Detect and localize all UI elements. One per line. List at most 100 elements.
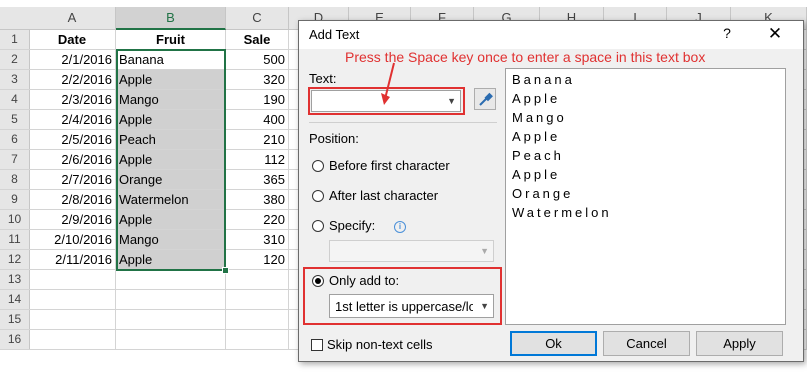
only-add-to-label[interactable]: Only add to: bbox=[329, 273, 399, 288]
cell[interactable] bbox=[29, 270, 116, 290]
preview-line: Watermelon bbox=[512, 205, 612, 220]
cell[interactable] bbox=[116, 330, 226, 350]
chevron-down-icon[interactable]: ▼ bbox=[480, 246, 489, 256]
row-header-13[interactable]: 13 bbox=[0, 270, 30, 290]
row-header-16[interactable]: 16 bbox=[0, 330, 30, 350]
eyedropper-button[interactable] bbox=[474, 88, 496, 110]
sale-cell[interactable]: 320 bbox=[226, 70, 289, 90]
sale-cell[interactable]: 120 bbox=[226, 250, 289, 270]
fruit-cell[interactable]: Apple bbox=[116, 210, 226, 230]
row-header-12[interactable]: 12 bbox=[0, 250, 30, 270]
fruit-cell[interactable]: Banana bbox=[116, 50, 226, 70]
sale-cell[interactable]: 220 bbox=[226, 210, 289, 230]
ok-button[interactable]: Ok bbox=[510, 331, 597, 356]
sale-cell[interactable]: 380 bbox=[226, 190, 289, 210]
cell[interactable] bbox=[226, 270, 289, 290]
cell[interactable] bbox=[29, 310, 116, 330]
row-header-5[interactable]: 5 bbox=[0, 110, 30, 130]
date-cell[interactable]: 2/1/2016 bbox=[29, 50, 116, 70]
date-cell[interactable]: 2/7/2016 bbox=[29, 170, 116, 190]
cell[interactable] bbox=[116, 290, 226, 310]
date-cell[interactable]: 2/2/2016 bbox=[29, 70, 116, 90]
sale-cell[interactable]: 190 bbox=[226, 90, 289, 110]
row-header-1[interactable]: 1 bbox=[0, 30, 30, 50]
fruit-cell[interactable]: Apple bbox=[116, 250, 226, 270]
date-cell[interactable]: 2/4/2016 bbox=[29, 110, 116, 130]
cell[interactable] bbox=[116, 310, 226, 330]
date-cell[interactable]: 2/11/2016 bbox=[29, 250, 116, 270]
row-header-11[interactable]: 11 bbox=[0, 230, 30, 250]
date-cell[interactable]: 2/10/2016 bbox=[29, 230, 116, 250]
cell[interactable] bbox=[226, 330, 289, 350]
column-header-a[interactable]: A bbox=[29, 7, 116, 30]
before-first-label[interactable]: Before first character bbox=[329, 158, 450, 173]
column-header-c[interactable]: C bbox=[226, 7, 289, 30]
date-cell[interactable]: 2/8/2016 bbox=[29, 190, 116, 210]
select-all-corner[interactable] bbox=[0, 7, 30, 30]
fruit-cell[interactable]: Peach bbox=[116, 130, 226, 150]
fruit-cell[interactable]: Orange bbox=[116, 170, 226, 190]
date-cell[interactable]: 2/9/2016 bbox=[29, 210, 116, 230]
cancel-button[interactable]: Cancel bbox=[603, 331, 690, 356]
after-last-radio[interactable] bbox=[312, 190, 324, 202]
row-header-8[interactable]: 8 bbox=[0, 170, 30, 190]
row-header-10[interactable]: 10 bbox=[0, 210, 30, 230]
fruit-cell[interactable]: Apple bbox=[116, 110, 226, 130]
close-button[interactable]: ✕ bbox=[765, 24, 785, 44]
header-cell-sale[interactable]: Sale bbox=[226, 30, 289, 50]
instruction-annotation: Press the Space key once to enter a spac… bbox=[345, 49, 706, 65]
row-header-2[interactable]: 2 bbox=[0, 50, 30, 70]
position-label: Position: bbox=[309, 131, 359, 146]
text-label: Text: bbox=[309, 71, 337, 86]
after-last-label[interactable]: After last character bbox=[329, 188, 438, 203]
specify-radio[interactable] bbox=[312, 220, 324, 232]
row-header-7[interactable]: 7 bbox=[0, 150, 30, 170]
specify-label[interactable]: Specify: bbox=[329, 218, 375, 233]
add-text-dialog: Add Text ? ✕ Press the Space key once to… bbox=[298, 20, 804, 362]
fruit-cell[interactable]: Mango bbox=[116, 230, 226, 250]
date-cell[interactable]: 2/5/2016 bbox=[29, 130, 116, 150]
row-header-14[interactable]: 14 bbox=[0, 290, 30, 310]
skip-non-text-checkbox[interactable] bbox=[311, 339, 323, 351]
cell[interactable] bbox=[29, 330, 116, 350]
fruit-cell[interactable]: Watermelon bbox=[116, 190, 226, 210]
column-header-b[interactable]: B bbox=[116, 7, 226, 30]
row-header-9[interactable]: 9 bbox=[0, 190, 30, 210]
date-cell[interactable]: 2/6/2016 bbox=[29, 150, 116, 170]
preview-line: Peach bbox=[512, 148, 564, 163]
only-add-to-value: 1st letter is uppercase/lov bbox=[335, 299, 473, 314]
cell[interactable] bbox=[226, 290, 289, 310]
apply-button[interactable]: Apply bbox=[696, 331, 783, 356]
sale-cell[interactable]: 400 bbox=[226, 110, 289, 130]
cell[interactable] bbox=[29, 290, 116, 310]
cell[interactable] bbox=[116, 270, 226, 290]
sale-cell[interactable]: 310 bbox=[226, 230, 289, 250]
sale-cell[interactable]: 210 bbox=[226, 130, 289, 150]
header-cell-date[interactable]: Date bbox=[29, 30, 116, 50]
only-add-to-combo[interactable]: 1st letter is uppercase/lov ▼ bbox=[329, 294, 494, 318]
only-add-to-radio[interactable] bbox=[312, 275, 324, 287]
row-header-15[interactable]: 15 bbox=[0, 310, 30, 330]
specify-combo[interactable]: ▼ bbox=[329, 240, 494, 262]
header-cell-fruit[interactable]: Fruit bbox=[116, 30, 226, 50]
fruit-cell[interactable]: Mango bbox=[116, 90, 226, 110]
preview-line: Apple bbox=[512, 129, 561, 144]
row-header-4[interactable]: 4 bbox=[0, 90, 30, 110]
skip-non-text-label[interactable]: Skip non-text cells bbox=[327, 337, 433, 352]
eyedropper-icon bbox=[479, 92, 493, 106]
sale-cell[interactable]: 500 bbox=[226, 50, 289, 70]
fruit-cell[interactable]: Apple bbox=[116, 70, 226, 90]
sale-cell[interactable]: 112 bbox=[226, 150, 289, 170]
chevron-down-icon[interactable]: ▼ bbox=[480, 301, 489, 311]
date-cell[interactable]: 2/3/2016 bbox=[29, 90, 116, 110]
preview-line: Mango bbox=[512, 110, 567, 125]
help-button[interactable]: ? bbox=[717, 25, 737, 41]
row-header-6[interactable]: 6 bbox=[0, 130, 30, 150]
cell[interactable] bbox=[226, 310, 289, 330]
before-first-radio[interactable] bbox=[312, 160, 324, 172]
row-header-3[interactable]: 3 bbox=[0, 70, 30, 90]
chevron-down-icon[interactable]: ▼ bbox=[447, 96, 456, 106]
sale-cell[interactable]: 365 bbox=[226, 170, 289, 190]
fruit-cell[interactable]: Apple bbox=[116, 150, 226, 170]
fill-handle[interactable] bbox=[222, 267, 229, 274]
